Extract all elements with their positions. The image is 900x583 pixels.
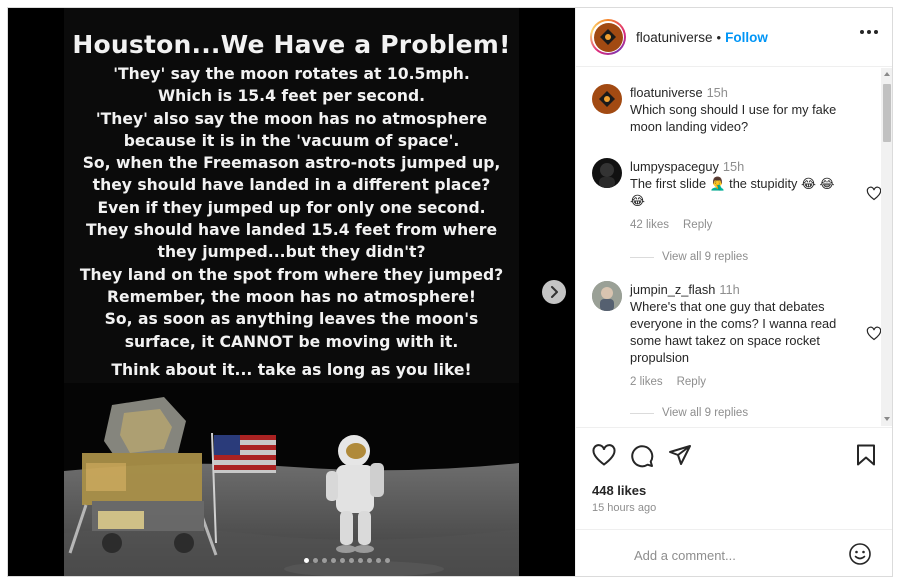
comment-input[interactable]: Add a comment... bbox=[634, 548, 736, 563]
scroll-up-arrow-icon[interactable] bbox=[884, 72, 890, 76]
meme-headline: Houston...We Have a Problem! bbox=[72, 30, 511, 59]
scrollbar-thumb[interactable] bbox=[883, 84, 891, 142]
view-replies-button[interactable]: View all 9 replies bbox=[630, 251, 748, 263]
post-modal: Houston...We Have a Problem! 'They' say … bbox=[7, 7, 893, 577]
chevron-right-icon bbox=[551, 286, 558, 298]
comment-text: The first slide 🤦‍♂️ the stupidity 😂 😂 😂 bbox=[630, 176, 835, 208]
meme-line: they should have landed in a different p… bbox=[92, 176, 491, 195]
meme-line: 'They' say the moon rotates at 10.5mph. bbox=[113, 65, 470, 83]
carousel-dot bbox=[313, 558, 318, 563]
reply-button[interactable]: Reply bbox=[677, 376, 706, 388]
meme-line: Even if they jumped up for only one seco… bbox=[97, 198, 486, 217]
avatar[interactable] bbox=[592, 281, 622, 311]
scroll-down-arrow-icon[interactable] bbox=[884, 417, 890, 421]
comment-time: 11h bbox=[719, 282, 740, 297]
meme-line: Remember, the moon has no atmosphere! bbox=[107, 287, 476, 306]
story-ring-avatar[interactable] bbox=[590, 19, 626, 55]
add-comment-bar: Add a comment... bbox=[576, 529, 892, 576]
view-replies-button[interactable]: View all 9 replies bbox=[630, 407, 748, 419]
post-timestamp: 15 hours ago bbox=[592, 502, 657, 514]
float-logo-icon bbox=[593, 22, 623, 52]
meme-line: Which is 15.4 feet per second. bbox=[157, 87, 426, 106]
avatar[interactable] bbox=[592, 158, 622, 188]
meme-line: They land on the spot from where they ju… bbox=[79, 265, 504, 284]
carousel-dot bbox=[376, 558, 381, 563]
moon-landing-scene bbox=[64, 383, 519, 576]
meme-line: they jumped...but they didn't? bbox=[157, 243, 426, 262]
post-header: floatuniverse • Follow bbox=[576, 8, 892, 67]
next-slide-button[interactable] bbox=[542, 280, 566, 304]
comment-likes[interactable]: 42 likes bbox=[630, 219, 669, 231]
meme-line: They should have landed 15.4 feet from w… bbox=[85, 221, 498, 240]
meme-line: 'They' also say the moon has no atmosphe… bbox=[95, 109, 488, 128]
carousel-dot bbox=[367, 558, 372, 563]
comment-time: 15h bbox=[706, 85, 728, 100]
carousel-dot bbox=[349, 558, 354, 563]
comment-text: Where's that one guy that debates everyo… bbox=[630, 299, 837, 365]
meme-closing-line: Think about it... take as long as you li… bbox=[111, 360, 472, 379]
header-separator: • bbox=[716, 29, 722, 45]
bookmark-icon[interactable] bbox=[856, 444, 876, 466]
heart-icon[interactable] bbox=[866, 186, 882, 201]
post-media: Houston...We Have a Problem! 'They' say … bbox=[8, 8, 575, 576]
view-replies-label: View all 9 replies bbox=[662, 407, 749, 419]
comment-icon[interactable] bbox=[630, 444, 654, 468]
emoji-icon[interactable] bbox=[848, 542, 872, 566]
carousel-dot bbox=[340, 558, 345, 563]
follow-button[interactable]: Follow bbox=[725, 30, 768, 45]
carousel-dot bbox=[358, 558, 363, 563]
comment-username[interactable]: lumpyspaceguy bbox=[630, 159, 719, 174]
view-replies-label: View all 9 replies bbox=[662, 251, 749, 263]
likes-count[interactable]: 448 likes bbox=[592, 483, 646, 498]
comment-username[interactable]: floatuniverse bbox=[630, 85, 703, 100]
post-actions: 448 likes 15 hours ago Add a comment... bbox=[576, 427, 892, 576]
comment-text: Which song should I use for my fake moon… bbox=[630, 102, 837, 134]
carousel-indicator bbox=[304, 558, 390, 563]
meme-text-block: Houston...We Have a Problem! 'They' say … bbox=[64, 30, 519, 381]
comment-likes[interactable]: 2 likes bbox=[630, 376, 663, 388]
carousel-dot bbox=[385, 558, 390, 563]
reply-button[interactable]: Reply bbox=[683, 219, 712, 231]
user-photo-icon bbox=[592, 281, 622, 311]
user-silhouette-icon bbox=[599, 163, 615, 188]
meme-line: surface, it CANNOT be moving with it. bbox=[124, 332, 459, 351]
avatar[interactable] bbox=[592, 84, 622, 114]
post-sidebar: floatuniverse • Follow floatuniverse 15h … bbox=[575, 8, 892, 576]
heart-icon[interactable] bbox=[592, 444, 616, 466]
more-options-icon[interactable] bbox=[860, 30, 878, 34]
comment-username[interactable]: jumpin_z_flash bbox=[630, 282, 715, 297]
comment-time: 15h bbox=[722, 159, 745, 174]
meme-image: Houston...We Have a Problem! 'They' say … bbox=[64, 8, 519, 576]
carousel-dot bbox=[331, 558, 336, 563]
carousel-dot bbox=[304, 558, 309, 563]
meme-line: So, as soon as anything leaves the moon'… bbox=[104, 310, 479, 329]
float-logo-icon bbox=[599, 91, 615, 107]
post-author-username[interactable]: floatuniverse bbox=[636, 30, 713, 45]
carousel-dot bbox=[322, 558, 327, 563]
share-icon[interactable] bbox=[668, 444, 692, 466]
meme-line: So, when the Freemason astro-nots jumped… bbox=[82, 154, 501, 173]
comments-list: floatuniverse 15h Which song should I use… bbox=[576, 68, 892, 426]
heart-icon[interactable] bbox=[866, 326, 882, 341]
meme-line: because it is in the 'vacuum of space'. bbox=[123, 131, 460, 150]
